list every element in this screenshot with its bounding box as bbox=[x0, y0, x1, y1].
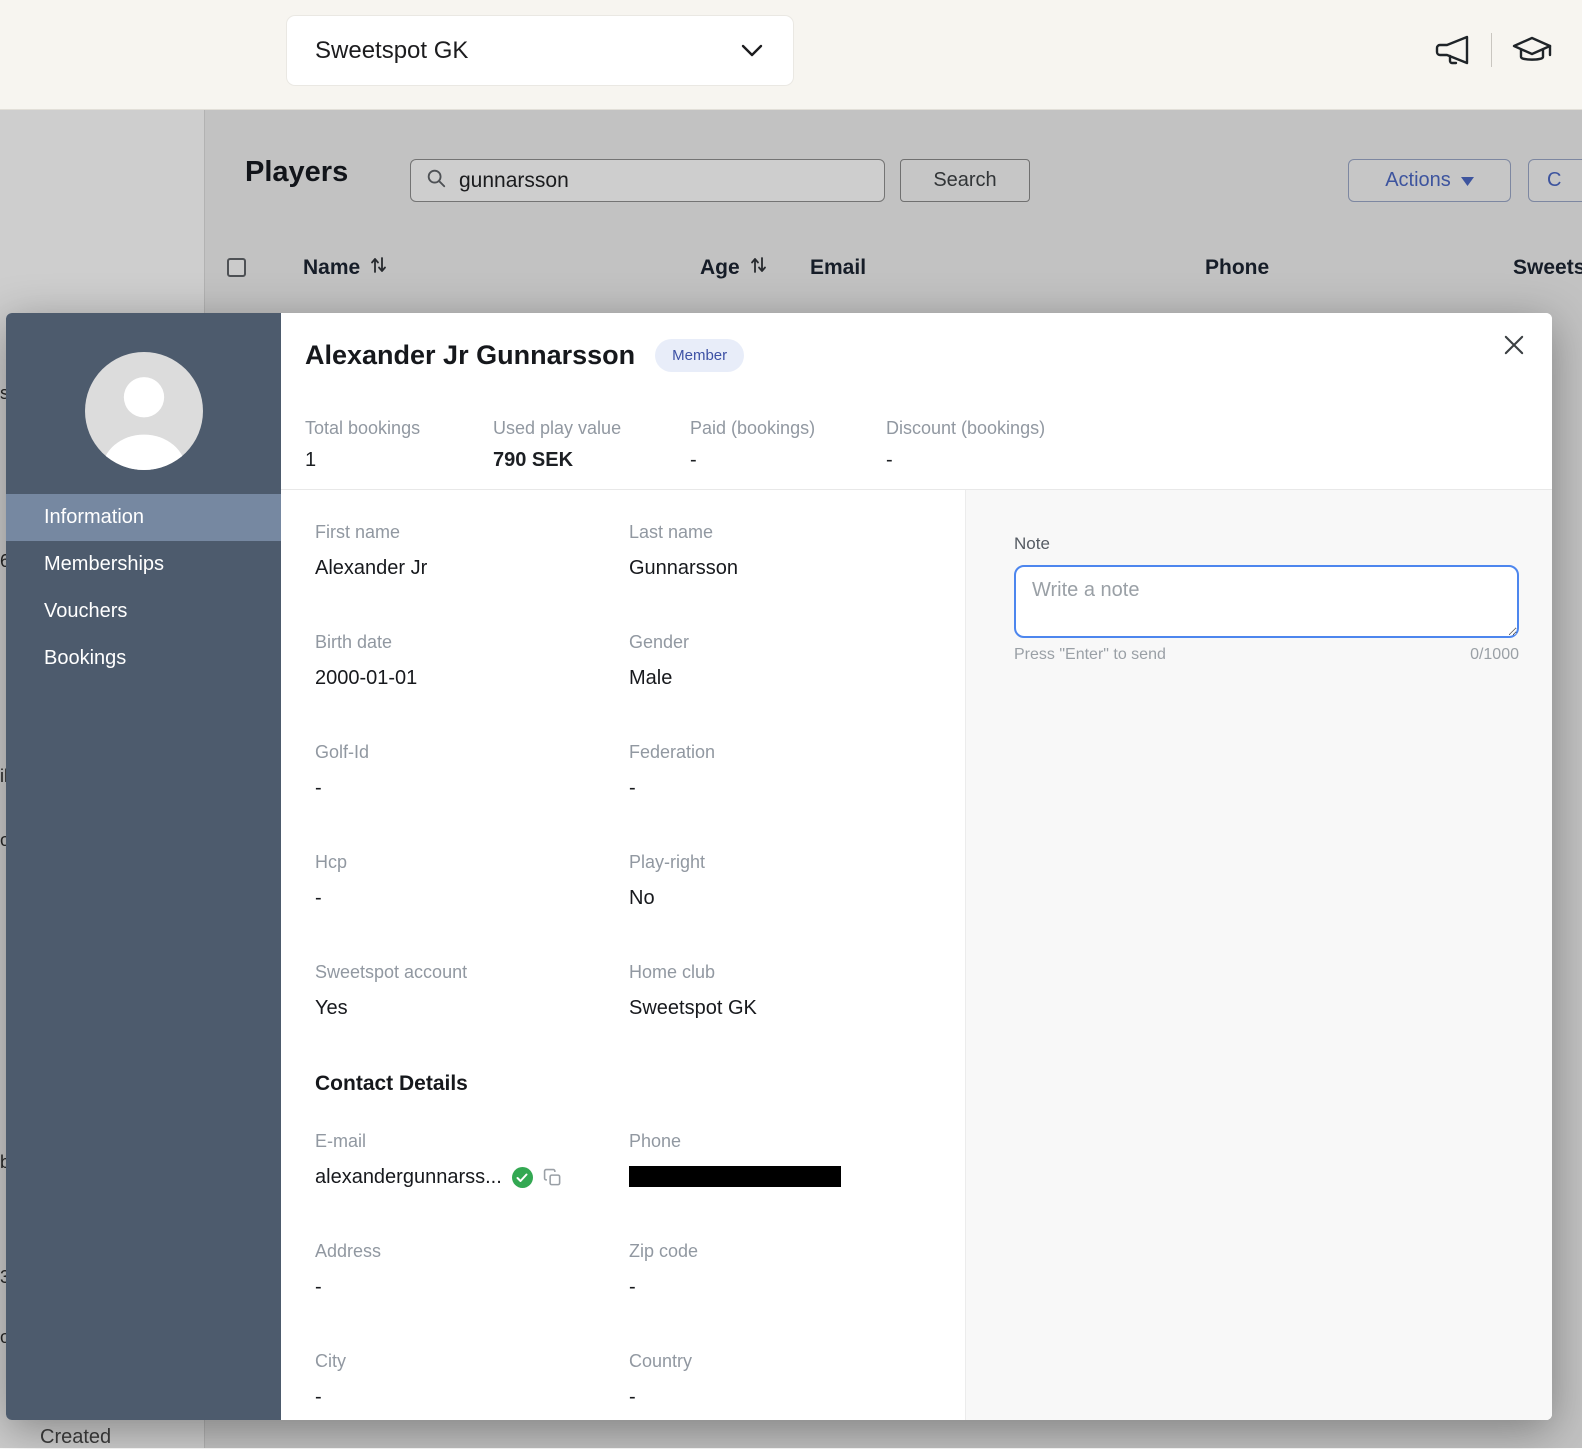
field-value: - bbox=[315, 887, 629, 910]
note-label: Note bbox=[1014, 534, 1552, 554]
field-play-right: Play-right No bbox=[629, 852, 929, 910]
member-badge: Member bbox=[655, 339, 744, 372]
field-country: Country - bbox=[629, 1351, 929, 1409]
contact-details-heading: Contact Details bbox=[315, 1072, 965, 1096]
field-label: Zip code bbox=[629, 1241, 929, 1262]
field-label: City bbox=[315, 1351, 629, 1372]
field-value: Yes bbox=[315, 997, 629, 1020]
field-first-name: First name Alexander Jr bbox=[315, 522, 629, 580]
field-label: Home club bbox=[629, 962, 929, 983]
stat-label: Used play value bbox=[493, 418, 690, 439]
field-value: - bbox=[315, 777, 629, 800]
note-char-counter: 0/1000 bbox=[1470, 646, 1519, 664]
field-label: Federation bbox=[629, 742, 929, 763]
club-selector[interactable]: Sweetspot GK bbox=[287, 16, 793, 85]
field-label: Birth date bbox=[315, 632, 629, 653]
email-verified-icon bbox=[512, 1167, 533, 1188]
stat-label: Discount (bookings) bbox=[886, 418, 1045, 439]
field-label: Address bbox=[315, 1241, 629, 1262]
field-label: Hcp bbox=[315, 852, 629, 873]
field-value: - bbox=[629, 1386, 929, 1409]
note-input[interactable] bbox=[1014, 565, 1519, 638]
stat-discount-bookings: Discount (bookings) - bbox=[886, 418, 1045, 472]
field-birth-date: Birth date 2000-01-01 bbox=[315, 632, 629, 690]
field-label: Gender bbox=[629, 632, 929, 653]
stat-total-bookings: Total bookings 1 bbox=[305, 418, 493, 472]
field-phone: Phone bbox=[629, 1131, 929, 1189]
field-value: Male bbox=[629, 667, 929, 690]
field-label: Sweetspot account bbox=[315, 962, 629, 983]
player-detail-modal: Information Memberships Vouchers Booking… bbox=[6, 313, 1552, 1420]
field-city: City - bbox=[315, 1351, 629, 1409]
field-value: 2000-01-01 bbox=[315, 667, 629, 690]
chevron-down-icon bbox=[741, 37, 763, 65]
field-email: E-mail alexandergunnarss... bbox=[315, 1131, 629, 1189]
field-gender: Gender Male bbox=[629, 632, 929, 690]
sidebar-item-vouchers[interactable]: Vouchers bbox=[6, 588, 281, 635]
stat-used-play-value: Used play value 790 SEK bbox=[493, 418, 690, 472]
topbar-icon-divider bbox=[1491, 33, 1492, 67]
field-value: - bbox=[629, 777, 929, 800]
stat-paid-bookings: Paid (bookings) - bbox=[690, 418, 886, 472]
field-hcp: Hcp - bbox=[315, 852, 629, 910]
field-sweetspot-account: Sweetspot account Yes bbox=[315, 962, 629, 1020]
field-federation: Federation - bbox=[629, 742, 929, 800]
field-value: No bbox=[629, 887, 929, 910]
phone-redaction-bar bbox=[629, 1166, 841, 1187]
sidebar-item-bookings[interactable]: Bookings bbox=[6, 635, 281, 682]
field-value: - bbox=[315, 1386, 629, 1409]
field-golf-id: Golf-Id - bbox=[315, 742, 629, 800]
copy-icon[interactable] bbox=[543, 1168, 562, 1187]
stat-value: - bbox=[886, 449, 1045, 472]
megaphone-icon[interactable] bbox=[1433, 34, 1473, 66]
field-label: E-mail bbox=[315, 1131, 629, 1152]
field-address: Address - bbox=[315, 1241, 629, 1299]
stats-row: Total bookings 1 Used play value 790 SEK… bbox=[305, 418, 1552, 472]
field-label: Country bbox=[629, 1351, 929, 1372]
close-button[interactable] bbox=[1498, 329, 1530, 361]
player-avatar bbox=[85, 352, 203, 470]
topbar: Sweetspot GK bbox=[0, 0, 1582, 110]
sidebar-item-information[interactable]: Information bbox=[6, 494, 281, 541]
stat-value: 790 SEK bbox=[493, 449, 690, 472]
modal-header: Alexander Jr Gunnarsson Member Total boo… bbox=[281, 313, 1552, 490]
field-value: - bbox=[315, 1276, 629, 1299]
modal-content: Alexander Jr Gunnarsson Member Total boo… bbox=[281, 313, 1552, 1420]
field-label: Play-right bbox=[629, 852, 929, 873]
note-hint: Press "Enter" to send bbox=[1014, 646, 1166, 664]
email-value: alexandergunnarss... bbox=[315, 1166, 502, 1189]
field-home-club: Home club Sweetspot GK bbox=[629, 962, 929, 1020]
field-value: Alexander Jr bbox=[315, 557, 629, 580]
field-zip-code: Zip code - bbox=[629, 1241, 929, 1299]
close-icon bbox=[1500, 331, 1528, 359]
modal-sidebar: Information Memberships Vouchers Booking… bbox=[6, 313, 281, 1420]
field-last-name: Last name Gunnarsson bbox=[629, 522, 929, 580]
stat-label: Paid (bookings) bbox=[690, 418, 886, 439]
sidebar-item-memberships[interactable]: Memberships bbox=[6, 541, 281, 588]
field-label: First name bbox=[315, 522, 629, 543]
field-value: Sweetspot GK bbox=[629, 997, 929, 1020]
field-label: Golf-Id bbox=[315, 742, 629, 763]
stat-value: 1 bbox=[305, 449, 493, 472]
stat-value: - bbox=[690, 449, 886, 472]
person-icon bbox=[85, 352, 203, 470]
field-label: Phone bbox=[629, 1131, 929, 1152]
player-name-title: Alexander Jr Gunnarsson bbox=[305, 340, 635, 371]
notes-panel: Note Press "Enter" to send 0/1000 bbox=[965, 490, 1552, 1420]
field-value: Gunnarsson bbox=[629, 557, 929, 580]
player-fields: First name Alexander Jr Last name Gunnar… bbox=[281, 490, 965, 1420]
field-label: Last name bbox=[629, 522, 929, 543]
graduation-cap-icon[interactable] bbox=[1510, 33, 1554, 67]
stat-label: Total bookings bbox=[305, 418, 493, 439]
field-value: - bbox=[629, 1276, 929, 1299]
club-selector-value: Sweetspot GK bbox=[315, 37, 468, 65]
